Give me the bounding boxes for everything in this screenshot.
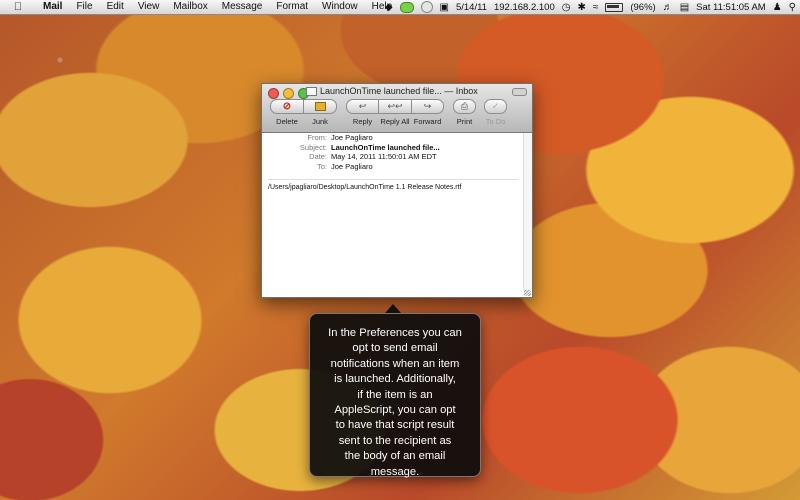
reply-button[interactable]: ↩ Reply: [346, 99, 379, 126]
tooltip-line: opt to send email: [352, 342, 438, 355]
frog-icon[interactable]: [399, 1, 414, 13]
input-menu-icon[interactable]: ▤: [680, 2, 689, 13]
window-controls: [268, 88, 309, 99]
junk-button[interactable]: Junk: [303, 99, 337, 126]
reply-all-icon: ↩↩: [387, 101, 403, 111]
forward-icon: ↪: [423, 101, 432, 111]
toolbar: ⊘ Delete Junk ↩ Reply ↩↩ Reply All ↪ For…: [262, 99, 532, 131]
message-body[interactable]: /Users/jpagliaro/Desktop/LaunchOnTime 1.…: [268, 184, 462, 191]
tooltip-line: if the item is an: [357, 388, 433, 401]
spotlight-icon[interactable]: ⚲: [789, 2, 796, 13]
printer-icon: ⎙: [460, 101, 469, 111]
tooltip-line: to have that script result: [335, 419, 455, 432]
menu-file[interactable]: File: [69, 0, 99, 14]
delete-icon: ⊘: [282, 101, 292, 112]
header-divider: [268, 179, 518, 180]
header-subject: Subject: LaunchOnTime launched file...: [299, 142, 440, 152]
checkmark-icon: ✓: [491, 101, 500, 111]
forward-button[interactable]: ↪ Forward: [411, 99, 444, 126]
message-headers: From: Joe Pagliaro Subject: LaunchOnTime…: [262, 133, 532, 171]
reply-icon: ↩: [358, 101, 367, 111]
menu-bar:  Mail File Edit View Mailbox Message Fo…: [0, 0, 800, 15]
battery-percent[interactable]: (96%): [630, 2, 655, 13]
menu-mail[interactable]: Mail: [36, 0, 69, 14]
resize-grip-icon[interactable]: [524, 290, 531, 296]
status-tray: ◆ ▣ 5/14/11 192.168.2.100 ◷ ✱ ≈ (96%) ♬ …: [385, 0, 796, 14]
menubar-date[interactable]: 5/14/11: [456, 2, 487, 13]
print-button[interactable]: ⎙ Print: [453, 99, 476, 126]
close-button[interactable]: [268, 88, 279, 99]
menu-format[interactable]: Format: [269, 0, 315, 14]
volume-icon[interactable]: ♬: [663, 2, 673, 13]
tooltip-line: the body of an email: [344, 450, 446, 463]
tooltip-arrow: [385, 304, 401, 313]
minimize-button[interactable]: [283, 88, 294, 99]
apple-icon[interactable]: : [0, 0, 36, 14]
user-icon[interactable]: ♟: [773, 2, 782, 13]
display-icon[interactable]: ▣: [440, 2, 449, 13]
window-titlebar[interactable]: LaunchOnTime launched file... — Inbox ⊘ …: [262, 84, 532, 133]
menubar-ip[interactable]: 192.168.2.100: [494, 2, 555, 13]
tooltip-line: AppleScript, you can opt: [334, 404, 456, 417]
time-machine-icon[interactable]: ◷: [562, 2, 571, 13]
tooltip-line: message.: [370, 465, 420, 478]
from-value[interactable]: Joe Pagliaro: [331, 133, 373, 143]
tooltip-line: notifications when an item: [330, 357, 460, 370]
clipboard-icon[interactable]: [420, 1, 433, 13]
reply-all-button[interactable]: ↩↩ Reply All: [378, 99, 412, 126]
help-tooltip: In the Preferences you can opt to send e…: [309, 313, 481, 478]
envelope-icon: [306, 86, 317, 96]
delete-button[interactable]: ⊘ Delete: [270, 99, 304, 126]
bluetooth-icon[interactable]: ✱: [577, 2, 585, 13]
tooltip-line: sent to the recipient as: [338, 434, 452, 447]
junk-icon: [314, 102, 326, 111]
menu-mailbox[interactable]: Mailbox: [166, 0, 214, 14]
scrollbar[interactable]: [523, 133, 532, 290]
header-date: Date: May 14, 2011 11:50:01 AM EDT: [309, 152, 437, 161]
header-to: To: Joe Pagliaro: [316, 161, 373, 172]
menu-left:  Mail File Edit View Mailbox Message Fo…: [0, 0, 399, 14]
wifi-icon[interactable]: ≈: [593, 2, 599, 13]
menu-view[interactable]: View: [131, 0, 167, 14]
date-value: May 14, 2011 11:50:01 AM EDT: [331, 152, 437, 161]
battery-icon[interactable]: [605, 2, 624, 12]
window-title: LaunchOnTime launched file... — Inbox: [306, 86, 478, 96]
tooltip-line: is launched. Additionally,: [334, 373, 456, 386]
window-title-text: LaunchOnTime launched file... — Inbox: [320, 86, 478, 96]
menu-message[interactable]: Message: [215, 0, 270, 14]
subject-value: LaunchOnTime launched file...: [331, 142, 440, 152]
menu-edit[interactable]: Edit: [100, 0, 131, 14]
menu-window[interactable]: Window: [315, 0, 365, 14]
message-window: LaunchOnTime launched file... — Inbox ⊘ …: [261, 83, 533, 298]
toolbar-toggle-button[interactable]: [512, 88, 527, 96]
tooltip-line: In the Preferences you can: [328, 327, 462, 339]
dropbox-icon[interactable]: ◆: [385, 2, 393, 13]
header-from: From: Joe Pagliaro: [307, 133, 373, 143]
menubar-clock[interactable]: Sat 11:51:05 AM: [696, 2, 766, 13]
todo-button[interactable]: ✓ To Do: [484, 99, 507, 126]
to-value[interactable]: Joe Pagliaro: [331, 162, 373, 172]
